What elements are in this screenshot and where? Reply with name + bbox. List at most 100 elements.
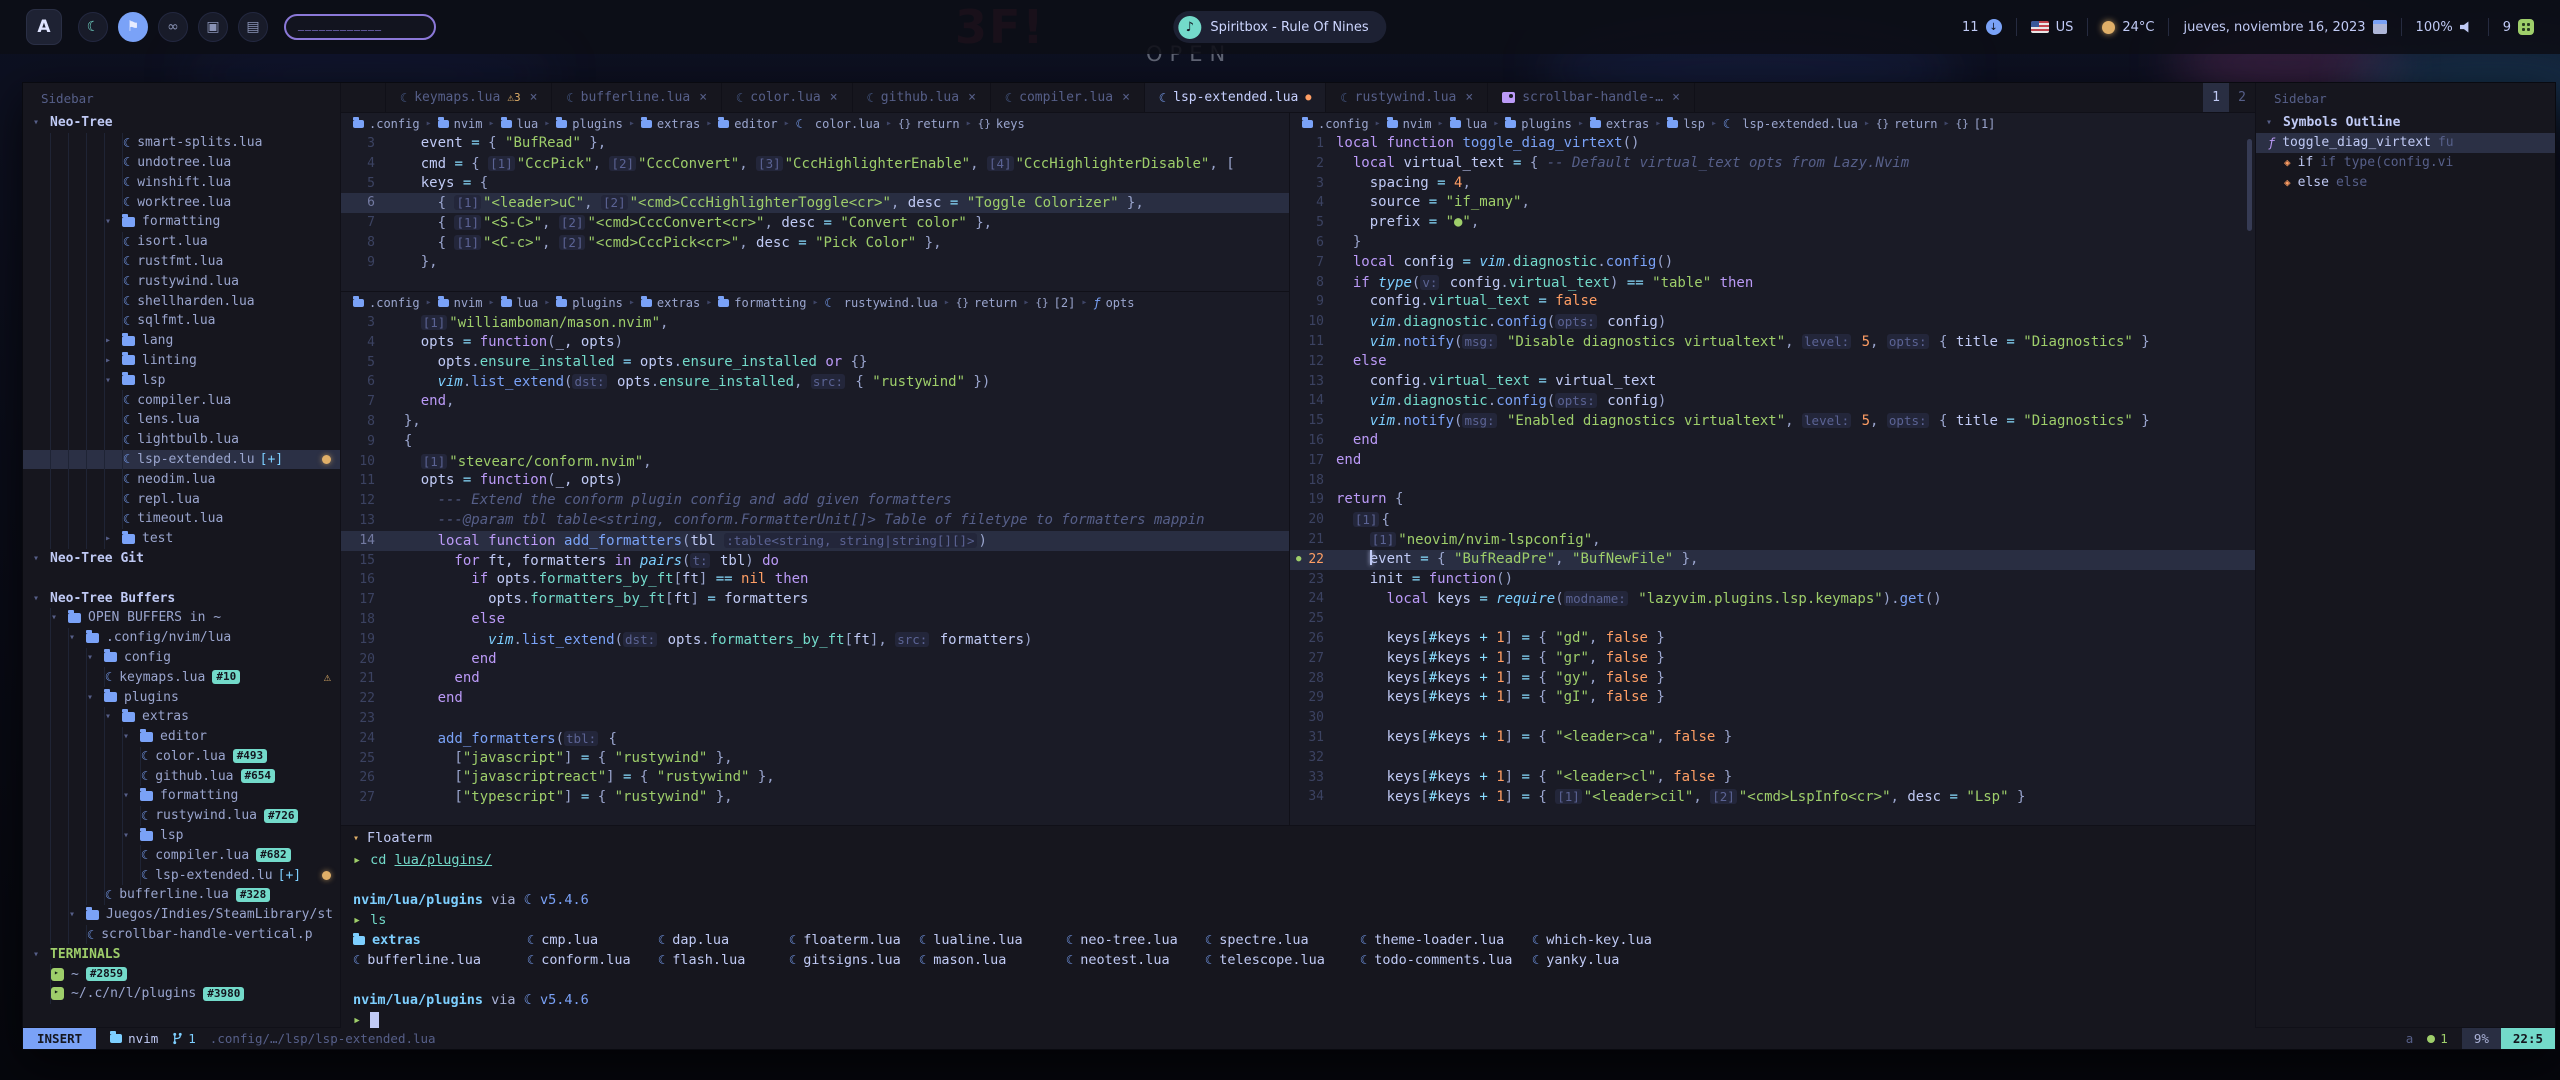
tree-item[interactable]: ▾config <box>23 648 340 668</box>
tab-close-icon[interactable]: × <box>1672 90 1680 105</box>
windows-widget-button[interactable]: ▣ <box>198 12 228 42</box>
code-line[interactable]: 9 config.virtual_text = false <box>1290 292 2255 312</box>
link-widget-button[interactable]: ∞ <box>158 12 188 42</box>
tree-item[interactable]: ☾repl.lua <box>23 489 340 509</box>
breadcrumb-segment[interactable]: lua <box>501 296 539 310</box>
code-line[interactable]: 5 prefix = "●", <box>1290 213 2255 233</box>
breadcrumb-segment[interactable]: plugins <box>556 117 623 131</box>
code-line[interactable]: 4 opts = function(_, opts) <box>341 333 1289 353</box>
code-line[interactable]: 20 end <box>341 650 1289 670</box>
tree-item[interactable]: ☾neodim.lua <box>23 469 340 489</box>
tab-compiler-lua[interactable]: ☾compiler.lua× <box>991 83 1145 112</box>
updates-widget[interactable]: 11 ↓ <box>1962 19 2002 35</box>
breadcrumb-segment[interactable]: {}return <box>898 117 960 131</box>
tree-item[interactable]: ☾lightbulb.lua <box>23 430 340 450</box>
breadcrumb-segment[interactable]: extras <box>1590 117 1649 131</box>
breadcrumb-segment[interactable]: ƒopts <box>1093 296 1134 310</box>
breadcrumb-segment[interactable]: lua <box>1450 117 1488 131</box>
breadcrumb-segment[interactable]: .config <box>353 117 420 131</box>
tree-item[interactable]: ☾bufferline.lua#328 <box>23 885 340 905</box>
code-line[interactable]: 14 local function add_formatters(tbl :ta… <box>341 531 1289 551</box>
code-line[interactable]: 24 local keys = require(modname: "lazyvi… <box>1290 589 2255 609</box>
tree-item[interactable]: ☾winshift.lua <box>23 172 340 192</box>
floaterm-panel[interactable]: ▾ Floaterm ▸cd lua/plugins/nvim/lua/plug… <box>341 825 2255 1029</box>
code-line[interactable]: 12 else <box>1290 352 2255 372</box>
code-line[interactable]: 22 end <box>341 689 1289 709</box>
code-line[interactable]: 6 vim.list_extend(dst: opts.ensure_insta… <box>341 372 1289 392</box>
scrollbar-handle[interactable] <box>2247 139 2252 231</box>
tree-item[interactable]: ▾extras <box>23 707 340 727</box>
tree-item[interactable]: ☾worktree.lua <box>23 192 340 212</box>
code-line[interactable]: 8 { [1]"<C-c>", [2]"<cmd>CccPick<cr>", d… <box>341 233 1289 253</box>
code-line[interactable]: 21 end <box>341 669 1289 689</box>
outline-item[interactable]: ƒtoggle_diag_virtextfu <box>2256 133 2555 153</box>
tab-close-icon[interactable]: × <box>830 90 838 105</box>
breadcrumb-segment[interactable]: {}keys <box>978 117 1025 131</box>
tree-item[interactable]: ☾rustywind.lua#726 <box>23 806 340 826</box>
code-line[interactable]: 13 ---@param tbl table<string, conform.F… <box>341 511 1289 531</box>
tree-item[interactable]: ☾timeout.lua <box>23 509 340 529</box>
tab-close-icon[interactable]: × <box>1465 90 1473 105</box>
code-line[interactable]: 23 init = function() <box>1290 570 2255 590</box>
breadcrumb-segment[interactable]: ☾color.lua <box>796 117 880 131</box>
code-line[interactable]: 15 vim.notify(msg: "Enabled diagnostics … <box>1290 411 2255 431</box>
breadcrumb-segment[interactable]: formatting <box>718 296 806 310</box>
code-line[interactable]: 3 spacing = 4, <box>1290 174 2255 194</box>
terminal-item[interactable]: ~/.c/n/l/plugins#3980 <box>23 984 340 1004</box>
code-line[interactable]: 6 { [1]"<leader>uC", [2]"<cmd>CccHighlig… <box>341 193 1289 213</box>
code-line[interactable]: 24 add_formatters(tbl: { <box>341 729 1289 749</box>
code-line[interactable]: 19 vim.list_extend(dst: opts.formatters_… <box>341 630 1289 650</box>
tree-item[interactable]: ☾compiler.lua#682 <box>23 845 340 865</box>
code-line[interactable]: 20 [1]{ <box>1290 510 2255 530</box>
code-line[interactable]: 17end <box>1290 451 2255 471</box>
code-line[interactable]: 3 event = { "BufRead" }, <box>341 134 1289 154</box>
keyboard-layout-widget[interactable]: US <box>2031 20 2074 35</box>
outline-item[interactable]: ◈elseelse <box>2256 172 2555 192</box>
code-line[interactable]: 17 opts.formatters_by_ft[ft] = formatter… <box>341 590 1289 610</box>
breadcrumb-segment[interactable]: {}return <box>956 296 1018 310</box>
outline-section-header[interactable]: ▾ Symbols Outline <box>2256 113 2555 133</box>
breadcrumb-segment[interactable]: nvim <box>438 117 483 131</box>
breadcrumb-segment[interactable]: nvim <box>1387 117 1432 131</box>
code-line[interactable]: 29 keys[#keys + 1] = { "gI", false } <box>1290 688 2255 708</box>
code-line[interactable]: 7 { [1]"<S-C>", [2]"<cmd>CccConvert<cr>"… <box>341 213 1289 233</box>
launcher-button[interactable]: A <box>26 9 62 45</box>
code-line[interactable]: 2 local virtual_text = { -- Default virt… <box>1290 154 2255 174</box>
breadcrumb-segment[interactable]: {}[2] <box>1035 296 1075 310</box>
code-line[interactable]: 23 <box>341 709 1289 729</box>
tree-item[interactable]: ☾rustywind.lua <box>23 271 340 291</box>
code-line[interactable]: 21 [1]"neovim/nvim-lspconfig", <box>1290 530 2255 550</box>
tab-bufferline-lua[interactable]: ☾bufferline.lua× <box>552 83 722 112</box>
code-line[interactable]: 33 keys[#keys + 1] = { "<leader>cl", fal… <box>1290 768 2255 788</box>
tree-item[interactable]: ▸linting <box>23 351 340 371</box>
sidebar-section-header[interactable]: ▾Neo-Tree Buffers <box>23 588 340 608</box>
tree-item[interactable]: ☾smart-splits.lua <box>23 133 340 153</box>
code-line[interactable]: 11 opts = function(_, opts) <box>341 471 1289 491</box>
tree-item[interactable]: ☾shellharden.lua <box>23 291 340 311</box>
code-line[interactable]: 7 local config = vim.diagnostic.config() <box>1290 253 2255 273</box>
tree-item[interactable]: ▾formatting <box>23 212 340 232</box>
sidebar-section-header[interactable]: ▾Neo-Tree <box>23 113 340 133</box>
breadcrumb-segment[interactable]: ☾rustywind.lua <box>825 296 938 310</box>
breadcrumb-segment[interactable]: nvim <box>438 296 483 310</box>
code-line[interactable]: 10 vim.diagnostic.config(opts: config) <box>1290 312 2255 332</box>
tab-keymaps-lua[interactable]: ☾keymaps.lua⚠3× <box>385 83 552 112</box>
breadcrumb-segment[interactable]: {}return <box>1876 117 1938 131</box>
code-line[interactable]: 6 } <box>1290 233 2255 253</box>
terminal-item[interactable]: ~#2859 <box>23 964 340 984</box>
tree-item[interactable]: ☾lens.lua <box>23 410 340 430</box>
tab-scrollbar-handle-[interactable]: scrollbar-handle-…× <box>1488 83 1695 112</box>
tree-item[interactable]: ▾editor <box>23 727 340 747</box>
notes-widget-button[interactable]: ▤ <box>238 12 268 42</box>
tree-item[interactable]: ☾undotree.lua <box>23 153 340 173</box>
sidebar-section-header[interactable]: ▾Neo-Tree Git <box>23 549 340 569</box>
code-line[interactable]: 11 vim.notify(msg: "Disable diagnostics … <box>1290 332 2255 352</box>
breadcrumb-segment[interactable]: plugins <box>1505 117 1572 131</box>
tab-rustywind-lua[interactable]: ☾rustywind.lua× <box>1326 83 1488 112</box>
code-line[interactable]: 13 config.virtual_text = virtual_text <box>1290 372 2255 392</box>
tree-item[interactable]: ▾lsp <box>23 826 340 846</box>
tab-lsp-extended-lua[interactable]: ☾lsp-extended.lua● <box>1145 83 1327 112</box>
code-line[interactable]: 9 }, <box>341 253 1289 273</box>
tree-item[interactable]: ☾keymaps.lua#10⚠ <box>23 667 340 687</box>
tree-item[interactable]: ☾color.lua#493 <box>23 747 340 767</box>
